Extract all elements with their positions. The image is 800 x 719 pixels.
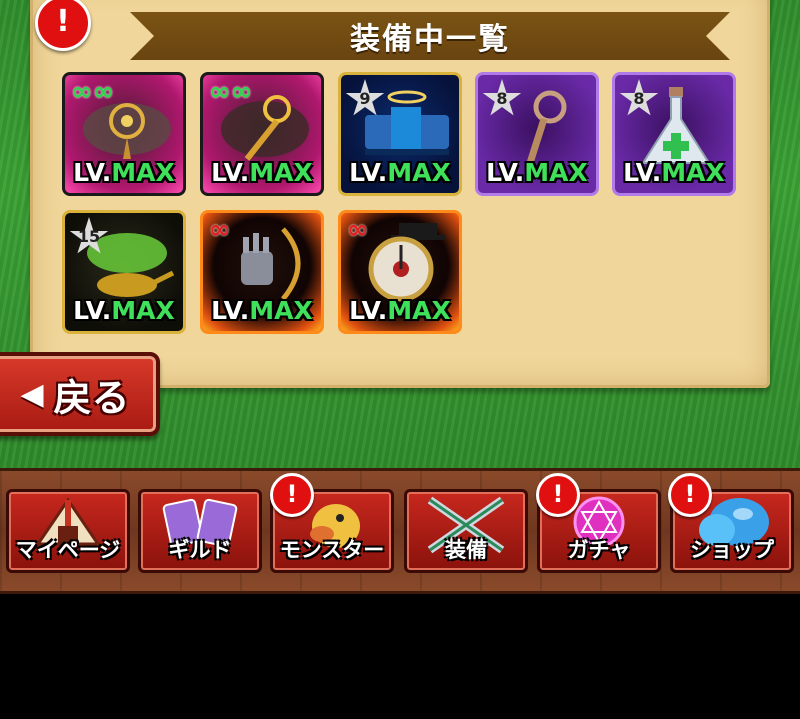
level-label: LV.MAX	[73, 296, 175, 325]
wing-ornament-icon	[83, 103, 171, 159]
star-rank: 15	[77, 227, 101, 246]
nav-mypage-button[interactable]: マイページ	[6, 489, 130, 573]
level-label: LV.MAX	[211, 296, 313, 325]
star-rank: 8	[496, 89, 508, 108]
equipment-card-6[interactable]: 15 LV.MAX	[62, 210, 186, 334]
page-title: 装備中一覧	[350, 22, 510, 57]
level-label: LV.MAX	[349, 158, 451, 187]
equipment-card-2[interactable]: ∞∞ LV.MAX	[200, 72, 324, 196]
level-label: LV.MAX	[349, 296, 451, 325]
nav-equipment-button[interactable]: 装備	[404, 489, 528, 573]
back-button-label: 戻る	[53, 375, 130, 420]
equipment-card-5[interactable]: 8 LV.MAX	[612, 72, 736, 196]
level-label: LV.MAX	[73, 158, 175, 187]
sun-scepter-icon	[221, 95, 309, 161]
gauntlet-bow-icon	[241, 227, 301, 301]
bottom-nav: マイページ ギルド モンスター 装備 ガチャ ショップ ! ! !	[0, 468, 800, 594]
back-button[interactable]: ◀ 戻る	[0, 352, 160, 436]
nav-label: ギルド	[168, 538, 232, 562]
nav-label: ショップ	[690, 538, 774, 562]
nav-label: ガチャ	[567, 538, 631, 562]
shop-alert-badge: !	[668, 473, 712, 517]
star-rank: 8	[633, 89, 645, 108]
back-arrow-icon: ◀	[20, 376, 44, 412]
clock-hat-icon	[368, 223, 445, 302]
equipment-card-3[interactable]: 9 LV.MAX	[338, 72, 462, 196]
equipment-card-1[interactable]: ∞∞ LV.MAX	[62, 72, 186, 196]
level-label: LV.MAX	[486, 158, 588, 187]
equipment-card-4[interactable]: 8 LV.MAX	[475, 72, 599, 196]
nav-label: 装備	[445, 538, 487, 562]
star-rank: 9	[359, 89, 371, 108]
nav-label: マイページ	[15, 538, 121, 562]
equipment-card-8[interactable]: ∞ LV.MAX	[338, 210, 462, 334]
level-label: LV.MAX	[623, 158, 725, 187]
nav-label: モンスター	[279, 538, 385, 562]
level-label: LV.MAX	[211, 158, 313, 187]
monster-alert-badge: !	[270, 473, 314, 517]
equipment-card-7[interactable]: ∞ LV.MAX	[200, 210, 324, 334]
title-banner: 装備中一覧	[130, 12, 730, 60]
nav-guild-button[interactable]: ギルド	[138, 489, 262, 573]
gacha-alert-badge: !	[536, 473, 580, 517]
